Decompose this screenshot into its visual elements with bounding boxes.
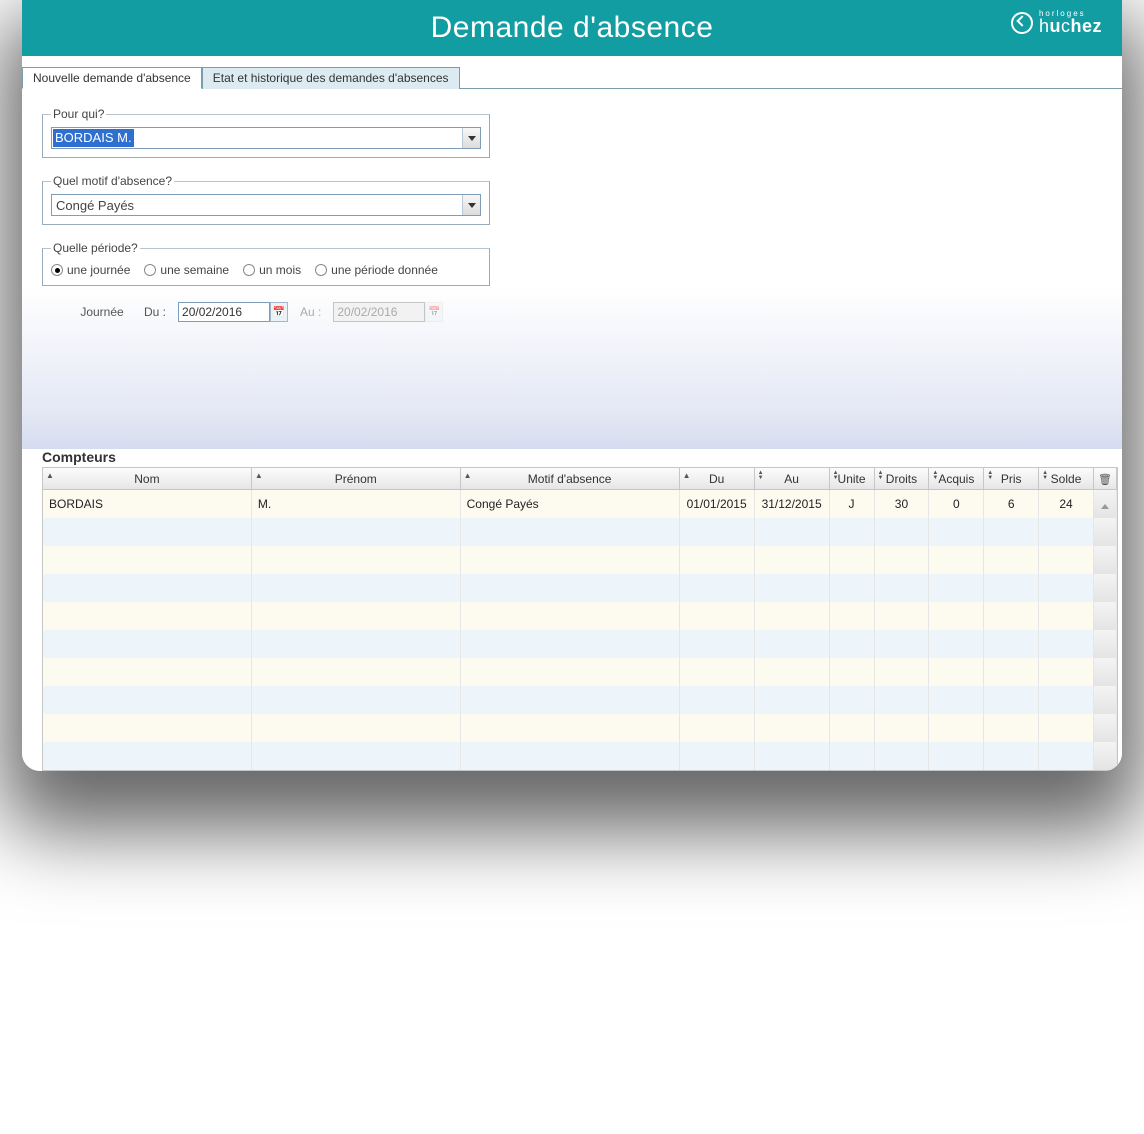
sort-asc-icon	[255, 471, 263, 480]
cell-pris: 6	[984, 490, 1039, 518]
trash-icon: 🗑	[1098, 474, 1112, 486]
select-motif[interactable]: Congé Payés	[51, 194, 481, 216]
date-row: Journée Du : 📅 Au : 📅	[42, 302, 490, 322]
legend-pour-qui: Pour qui?	[51, 107, 106, 121]
page-title: Demande d'absence	[431, 11, 714, 45]
col-du[interactable]: Du	[680, 468, 755, 490]
col-unite[interactable]: Unite	[830, 468, 875, 490]
legend-periode: Quelle période?	[51, 241, 140, 255]
tab-bar: Nouvelle demande d'absence Etat et histo…	[22, 56, 1122, 89]
cell-du: 01/01/2015	[680, 490, 755, 518]
label-journee: Journée	[42, 305, 132, 319]
sort-icon	[987, 471, 993, 481]
cell-acquis: 0	[929, 490, 984, 518]
sort-icon	[758, 471, 764, 481]
col-motif[interactable]: Motif d'absence	[461, 468, 680, 490]
tab-nouvelle-demande[interactable]: Nouvelle demande d'absence	[22, 67, 202, 89]
col-solde[interactable]: Solde	[1039, 468, 1094, 490]
sort-asc-icon	[464, 471, 472, 480]
cell-droits: 30	[875, 490, 930, 518]
select-personne[interactable]: BORDAIS M.	[51, 127, 481, 149]
tab-etat-historique[interactable]: Etat et historique des demandes d'absenc…	[202, 67, 460, 89]
radio-icon	[51, 264, 63, 276]
sort-icon	[932, 471, 938, 481]
table-row	[43, 686, 1117, 714]
calendar-icon[interactable]: 📅	[270, 302, 288, 322]
fieldset-periode: Quelle période? une journée une semaine …	[42, 241, 490, 286]
sort-icon	[1042, 471, 1048, 481]
col-acquis[interactable]: Acquis	[929, 468, 984, 490]
chevron-down-icon[interactable]	[462, 195, 480, 215]
radio-icon	[144, 264, 156, 276]
sort-asc-icon	[683, 471, 691, 480]
radio-periode-donnee[interactable]: une période donnée	[315, 263, 438, 277]
calendar-icon: 📅	[425, 302, 443, 322]
table-row	[43, 518, 1117, 546]
cell-unite: J	[830, 490, 875, 518]
label-au: Au :	[300, 305, 321, 319]
cell-nom: BORDAIS	[43, 490, 252, 518]
cell-motif: Congé Payés	[461, 490, 680, 518]
radio-un-mois[interactable]: un mois	[243, 263, 301, 277]
radio-une-semaine[interactable]: une semaine	[144, 263, 229, 277]
select-motif-value: Congé Payés	[52, 195, 462, 215]
compteurs-table: Nom Prénom Motif d'absence Du Au Unite D…	[42, 467, 1118, 771]
table-row	[43, 658, 1117, 686]
brand-logo: horloges huchez	[1011, 10, 1102, 35]
legend-motif: Quel motif d'absence?	[51, 174, 174, 188]
cell-prenom: M.	[252, 490, 461, 518]
chevron-down-icon[interactable]	[462, 128, 480, 148]
date-au-input	[333, 302, 425, 322]
fieldset-pour-qui: Pour qui? BORDAIS M.	[42, 107, 490, 158]
table-row	[43, 574, 1117, 602]
table-row	[43, 714, 1117, 742]
table-row	[43, 546, 1117, 574]
sort-icon	[833, 471, 839, 481]
cell-solde: 24	[1039, 490, 1094, 518]
col-delete[interactable]: 🗑	[1094, 468, 1117, 490]
col-nom[interactable]: Nom	[43, 468, 252, 490]
select-personne-value: BORDAIS M.	[53, 129, 134, 147]
radio-une-journee[interactable]: une journée	[51, 263, 130, 277]
cell-au: 31/12/2015	[755, 490, 830, 518]
table-row[interactable]: BORDAISM.Congé Payés01/01/201531/12/2015…	[43, 490, 1117, 518]
label-du: Du :	[144, 305, 166, 319]
sort-icon	[878, 471, 884, 481]
fieldset-motif: Quel motif d'absence? Congé Payés	[42, 174, 490, 225]
table-row	[43, 742, 1117, 770]
col-prenom[interactable]: Prénom	[252, 468, 461, 490]
sort-asc-icon	[46, 471, 54, 480]
app-header: Demande d'absence horloges huchez	[22, 0, 1122, 56]
col-droits[interactable]: Droits	[875, 468, 930, 490]
brand-icon	[1011, 12, 1033, 34]
table-row	[43, 602, 1117, 630]
col-pris[interactable]: Pris	[984, 468, 1039, 490]
col-au[interactable]: Au	[755, 468, 830, 490]
table-row	[43, 630, 1117, 658]
brand-text: horloges huchez	[1039, 10, 1102, 35]
radio-icon	[243, 264, 255, 276]
scroll-up[interactable]	[1094, 490, 1117, 518]
date-du-input[interactable]	[178, 302, 270, 322]
radio-icon	[315, 264, 327, 276]
compteurs-title: Compteurs	[42, 449, 1118, 465]
